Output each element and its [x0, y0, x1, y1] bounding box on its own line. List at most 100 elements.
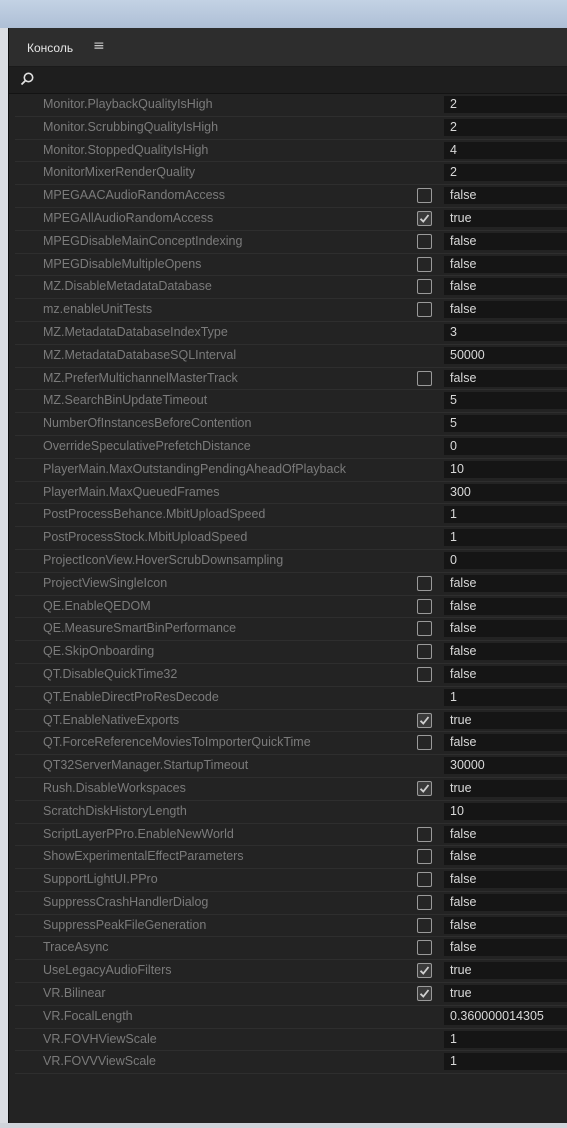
- setting-row[interactable]: PlayerMain.MaxOutstandingPendingAheadOfP…: [15, 459, 567, 482]
- setting-value-field[interactable]: 10: [444, 460, 567, 478]
- setting-value-field[interactable]: false: [444, 871, 567, 889]
- setting-value-field[interactable]: false: [444, 255, 567, 273]
- setting-row[interactable]: mz.enableUnitTests false: [15, 299, 567, 322]
- setting-value-field[interactable]: false: [444, 734, 567, 752]
- setting-value-field[interactable]: 300: [444, 483, 567, 501]
- checked-checkbox[interactable]: [417, 712, 432, 728]
- setting-row[interactable]: VR.FOVHViewScale 1: [15, 1029, 567, 1052]
- unchecked-checkbox[interactable]: [417, 917, 432, 933]
- setting-row[interactable]: SuppressCrashHandlerDialog false: [15, 892, 567, 915]
- unchecked-checkbox[interactable]: [417, 598, 432, 614]
- unchecked-checkbox[interactable]: [417, 302, 432, 318]
- setting-value-field[interactable]: false: [444, 939, 567, 957]
- setting-value-field[interactable]: true: [444, 985, 567, 1003]
- setting-value-field[interactable]: false: [444, 574, 567, 592]
- search-input[interactable]: [39, 70, 563, 91]
- setting-row[interactable]: ScratchDiskHistoryLength 10: [15, 801, 567, 824]
- setting-row[interactable]: MZ.MetadataDatabaseSQLInterval 50000: [15, 345, 567, 368]
- unchecked-checkbox[interactable]: [417, 621, 432, 637]
- setting-row[interactable]: MPEGDisableMultipleOpens false: [15, 254, 567, 277]
- setting-row[interactable]: QT32ServerManager.StartupTimeout 30000: [15, 755, 567, 778]
- setting-value-field[interactable]: false: [444, 301, 567, 319]
- unchecked-checkbox[interactable]: [417, 940, 432, 956]
- setting-row[interactable]: MZ.MetadataDatabaseIndexType 3: [15, 322, 567, 345]
- setting-value-field[interactable]: 10: [444, 802, 567, 820]
- setting-value-field[interactable]: true: [444, 962, 567, 980]
- setting-value-field[interactable]: false: [444, 665, 567, 683]
- setting-row[interactable]: PostProcessStock.MbitUploadSpeed 1: [15, 527, 567, 550]
- setting-row[interactable]: QE.SkipOnboarding false: [15, 641, 567, 664]
- setting-value-field[interactable]: 30000: [444, 757, 567, 775]
- setting-value-field[interactable]: false: [444, 848, 567, 866]
- setting-row[interactable]: QT.EnableNativeExports true: [15, 710, 567, 733]
- setting-value-field[interactable]: 1: [444, 1053, 567, 1071]
- setting-row[interactable]: QE.MeasureSmartBinPerformance false: [15, 618, 567, 642]
- setting-value-field[interactable]: true: [444, 779, 567, 797]
- setting-row[interactable]: Rush.DisableWorkspaces true: [15, 778, 567, 801]
- setting-row[interactable]: OverrideSpeculativePrefetchDistance 0: [15, 436, 567, 459]
- panel-title[interactable]: Консоль: [27, 41, 73, 55]
- setting-value-field[interactable]: 0: [444, 551, 567, 569]
- setting-value-field[interactable]: 1: [444, 1030, 567, 1048]
- setting-value-field[interactable]: 4: [444, 141, 567, 159]
- setting-value-field[interactable]: false: [444, 187, 567, 205]
- hamburger-menu-icon[interactable]: ≡: [93, 39, 105, 53]
- unchecked-checkbox[interactable]: [417, 894, 432, 910]
- setting-row[interactable]: ProjectViewSingleIcon false: [15, 573, 567, 596]
- setting-row[interactable]: QT.EnableDirectProResDecode 1: [15, 687, 567, 710]
- checked-checkbox[interactable]: [417, 986, 432, 1002]
- setting-row[interactable]: MonitorMixerRenderQuality 2: [15, 162, 567, 186]
- setting-value-field[interactable]: false: [444, 597, 567, 615]
- setting-value-field[interactable]: false: [444, 825, 567, 843]
- setting-row[interactable]: VR.FOVVViewScale 1: [15, 1051, 567, 1075]
- unchecked-checkbox[interactable]: [417, 849, 432, 865]
- setting-row[interactable]: QT.DisableQuickTime32 false: [15, 664, 567, 687]
- setting-value-field[interactable]: 2: [444, 96, 567, 113]
- setting-row[interactable]: VR.Bilinear true: [15, 983, 567, 1006]
- checked-checkbox[interactable]: [417, 963, 432, 979]
- setting-value-field[interactable]: false: [444, 620, 567, 638]
- setting-row[interactable]: PostProcessBehance.MbitUploadSpeed 1: [15, 504, 567, 528]
- setting-value-field[interactable]: false: [444, 232, 567, 250]
- setting-row[interactable]: VR.FocalLength 0.360000014305: [15, 1006, 567, 1029]
- setting-row[interactable]: MPEGDisableMainConceptIndexing false: [15, 231, 567, 254]
- unchecked-checkbox[interactable]: [417, 644, 432, 660]
- setting-value-field[interactable]: false: [444, 369, 567, 387]
- setting-row[interactable]: MPEGAACAudioRandomAccess false: [15, 185, 567, 208]
- setting-row[interactable]: MZ.SearchBinUpdateTimeout 5: [15, 390, 567, 414]
- unchecked-checkbox[interactable]: [417, 826, 432, 842]
- setting-value-field[interactable]: 3: [444, 323, 567, 341]
- setting-value-field[interactable]: 5: [444, 392, 567, 410]
- unchecked-checkbox[interactable]: [417, 666, 432, 682]
- setting-value-field[interactable]: false: [444, 893, 567, 911]
- setting-row[interactable]: QT.ForceReferenceMoviesToImporterQuickTi…: [15, 732, 567, 756]
- setting-row[interactable]: TraceAsync false: [15, 937, 567, 961]
- setting-row[interactable]: Monitor.StoppedQualityIsHigh 4: [15, 140, 567, 163]
- unchecked-checkbox[interactable]: [417, 872, 432, 888]
- setting-row[interactable]: ScriptLayerPPro.EnableNewWorld false: [15, 824, 567, 847]
- setting-row[interactable]: PlayerMain.MaxQueuedFrames 300: [15, 482, 567, 505]
- setting-value-field[interactable]: 1: [444, 688, 567, 706]
- setting-value-field[interactable]: true: [444, 711, 567, 729]
- setting-row[interactable]: Monitor.PlaybackQualityIsHigh 2: [15, 94, 567, 117]
- setting-row[interactable]: MZ.PreferMultichannelMasterTrack false: [15, 368, 567, 391]
- setting-row[interactable]: MZ.DisableMetadataDatabase false: [15, 276, 567, 300]
- checked-checkbox[interactable]: [417, 780, 432, 796]
- setting-row[interactable]: ShowExperimentalEffectParameters false: [15, 846, 567, 870]
- setting-row[interactable]: SuppressPeakFileGeneration false: [15, 915, 567, 938]
- unchecked-checkbox[interactable]: [417, 575, 432, 591]
- setting-value-field[interactable]: false: [444, 643, 567, 661]
- setting-value-field[interactable]: 1: [444, 529, 567, 547]
- setting-row[interactable]: Monitor.ScrubbingQualityIsHigh 2: [15, 117, 567, 140]
- unchecked-checkbox[interactable]: [417, 370, 432, 386]
- setting-value-field[interactable]: 1: [444, 506, 567, 524]
- setting-value-field[interactable]: 2: [444, 118, 567, 136]
- setting-row[interactable]: ProjectIconView.HoverScrubDownsampling 0: [15, 550, 567, 573]
- unchecked-checkbox[interactable]: [417, 233, 432, 249]
- setting-value-field[interactable]: 2: [444, 164, 567, 182]
- unchecked-checkbox[interactable]: [417, 188, 432, 204]
- setting-row[interactable]: NumberOfInstancesBeforeContention 5: [15, 413, 567, 436]
- setting-row[interactable]: UseLegacyAudioFilters true: [15, 960, 567, 984]
- unchecked-checkbox[interactable]: [417, 256, 432, 272]
- setting-value-field[interactable]: false: [444, 278, 567, 296]
